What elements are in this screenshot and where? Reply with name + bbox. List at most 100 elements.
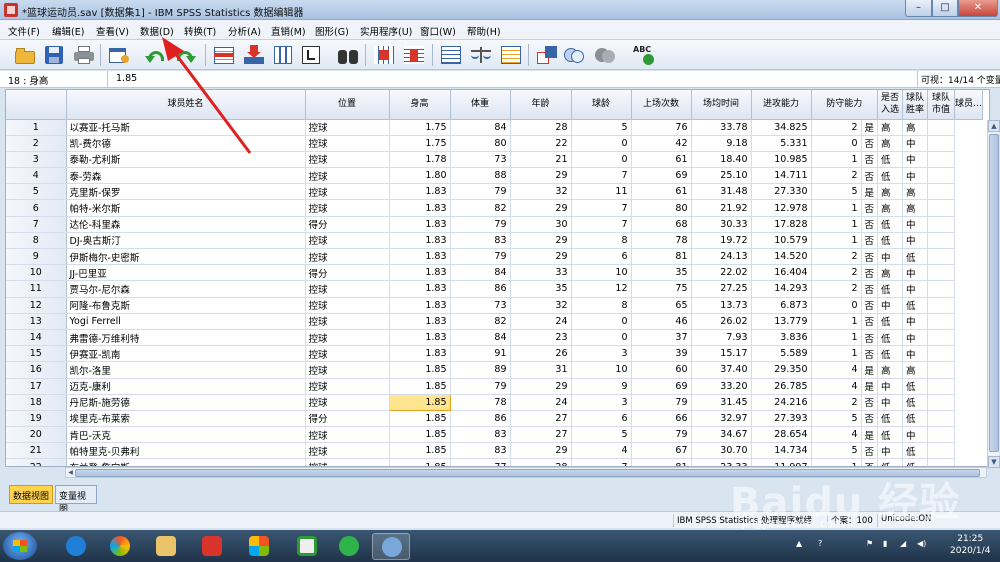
data-cell[interactable]: 1.85	[389, 426, 451, 444]
data-cell[interactable]: 5	[571, 426, 632, 444]
column-header[interactable]: 防守能力	[811, 90, 879, 120]
weight-cases-icon[interactable]	[470, 45, 492, 65]
taskbar-sogou-icon[interactable]	[57, 533, 95, 560]
data-cell[interactable]: 控球	[305, 458, 390, 466]
data-cell[interactable]: 控球	[305, 394, 390, 411]
row-number[interactable]: 18	[6, 394, 67, 411]
variables-icon[interactable]	[272, 45, 294, 65]
data-cell[interactable]: 9	[571, 378, 632, 395]
data-cell[interactable]	[927, 183, 956, 201]
data-cell[interactable]	[927, 361, 956, 379]
data-cell[interactable]: 低	[877, 167, 904, 185]
data-cell[interactable]: 否	[861, 151, 879, 169]
data-cell[interactable]: 13.73	[691, 297, 752, 314]
spellcheck-icon[interactable]: ABC	[633, 45, 655, 65]
data-cell[interactable]: 81	[631, 248, 692, 266]
tab-data-view[interactable]: 数据视图	[9, 485, 53, 504]
data-cell[interactable]	[927, 313, 956, 330]
data-cell[interactable]: 2	[811, 280, 862, 298]
data-cell[interactable]: 1.83	[389, 199, 451, 217]
data-cell[interactable]: 2	[811, 394, 862, 411]
data-cell[interactable]: JJ-巴里亚	[66, 264, 306, 282]
data-cell[interactable]: 中	[877, 248, 904, 266]
data-cell[interactable]: 31.48	[691, 183, 752, 201]
data-cell[interactable]: 1.83	[389, 264, 451, 282]
data-cell[interactable]: 中	[902, 151, 929, 169]
data-cell[interactable]: 29.350	[751, 361, 812, 379]
data-cell[interactable]: 否	[861, 199, 879, 217]
data-cell[interactable]: 高	[877, 183, 904, 201]
data-cell[interactable]: 30.33	[691, 216, 752, 233]
data-cell[interactable]: 低	[902, 410, 929, 428]
show-all-icon[interactable]	[594, 45, 616, 65]
data-cell[interactable]: 9.18	[691, 135, 752, 152]
data-cell[interactable]: 否	[861, 264, 879, 282]
find-icon[interactable]	[337, 45, 359, 65]
row-number[interactable]: 6	[6, 199, 67, 217]
menu-view[interactable]: 查看(V)	[96, 24, 129, 38]
data-cell[interactable]: 低	[877, 458, 904, 466]
data-cell[interactable]	[927, 216, 956, 233]
data-cell[interactable]: 69	[631, 378, 692, 395]
data-cell[interactable]: 37.40	[691, 361, 752, 379]
menu-window[interactable]: 窗口(W)	[420, 24, 456, 38]
selected-cell[interactable]: 1.85	[388, 393, 451, 411]
data-cell[interactable]: 中	[902, 280, 929, 298]
data-cell[interactable]: 控球	[305, 183, 390, 201]
grid-corner[interactable]	[6, 90, 67, 120]
menu-graphs[interactable]: 图形(G)	[315, 24, 349, 38]
data-cell[interactable]	[927, 199, 956, 217]
data-cell[interactable]: 得分	[305, 264, 390, 282]
data-cell[interactable]: 控球	[305, 232, 390, 250]
data-cell[interactable]	[927, 378, 956, 395]
vertical-scrollbar[interactable]: ▲ ▼	[987, 120, 1000, 468]
data-cell[interactable]: 27.330	[751, 183, 812, 201]
data-cell[interactable]: 3	[571, 345, 632, 363]
taskbar-spss-icon[interactable]	[372, 533, 410, 560]
menu-utilities[interactable]: 实用程序(U)	[360, 24, 412, 38]
data-cell[interactable]: 5	[811, 410, 862, 428]
print-icon[interactable]	[73, 45, 95, 65]
data-cell[interactable]: 19.72	[691, 232, 752, 250]
data-cell[interactable]: 中	[902, 345, 929, 363]
data-cell[interactable]: 31.45	[691, 394, 752, 411]
data-cell[interactable]: 高	[902, 183, 929, 201]
data-cell[interactable]: 贾马尔-尼尔森	[66, 280, 306, 298]
data-cell[interactable]: 11.997	[751, 458, 812, 466]
data-cell[interactable]: 伊斯梅尔-史密斯	[66, 248, 306, 266]
data-cell[interactable]: 低	[877, 329, 904, 347]
column-header[interactable]: 位置	[305, 90, 390, 120]
column-header[interactable]: 上场次数	[631, 90, 692, 120]
menu-file[interactable]: 文件(F)	[8, 24, 40, 38]
data-cell[interactable]: 42	[631, 135, 692, 152]
close-button[interactable]: ✕	[958, 0, 998, 17]
data-cell[interactable]: 67	[631, 442, 692, 460]
data-cell[interactable]: 中	[902, 313, 929, 330]
data-cell[interactable]: 0	[811, 297, 862, 314]
data-cell[interactable]: 5	[811, 442, 862, 460]
data-cell[interactable]: 1	[811, 313, 862, 330]
data-cell[interactable]: 16.404	[751, 264, 812, 282]
data-cell[interactable]: 否	[861, 248, 879, 266]
data-cell[interactable]: 76	[631, 119, 692, 136]
dictionary-icon[interactable]	[300, 45, 322, 65]
data-cell[interactable]: 32.97	[691, 410, 752, 428]
data-cell[interactable]: 高	[877, 199, 904, 217]
data-cell[interactable]: 73	[450, 297, 511, 314]
data-cell[interactable]: 控球	[305, 199, 390, 217]
column-header[interactable]: 球龄	[571, 90, 632, 120]
taskbar-office-icon[interactable]	[240, 533, 278, 560]
data-cell[interactable]: 1.83	[389, 329, 451, 347]
data-cell[interactable]: 61	[631, 183, 692, 201]
data-cell[interactable]: 布兰登-詹宁斯	[66, 458, 306, 466]
data-cell[interactable]: 达伦-科里森	[66, 216, 306, 233]
data-cell[interactable]: 低	[877, 345, 904, 363]
data-cell[interactable]: 34.825	[751, 119, 812, 136]
data-cell[interactable]: 1	[811, 345, 862, 363]
data-cell[interactable]: 1.85	[389, 442, 451, 460]
data-cell[interactable]: 1.83	[389, 313, 451, 330]
scroll-left-arrow-icon[interactable]: ◀	[66, 468, 75, 477]
row-number[interactable]: 21	[6, 442, 67, 460]
data-cell[interactable]: 1.75	[389, 135, 451, 152]
data-cell[interactable]: 5.589	[751, 345, 812, 363]
